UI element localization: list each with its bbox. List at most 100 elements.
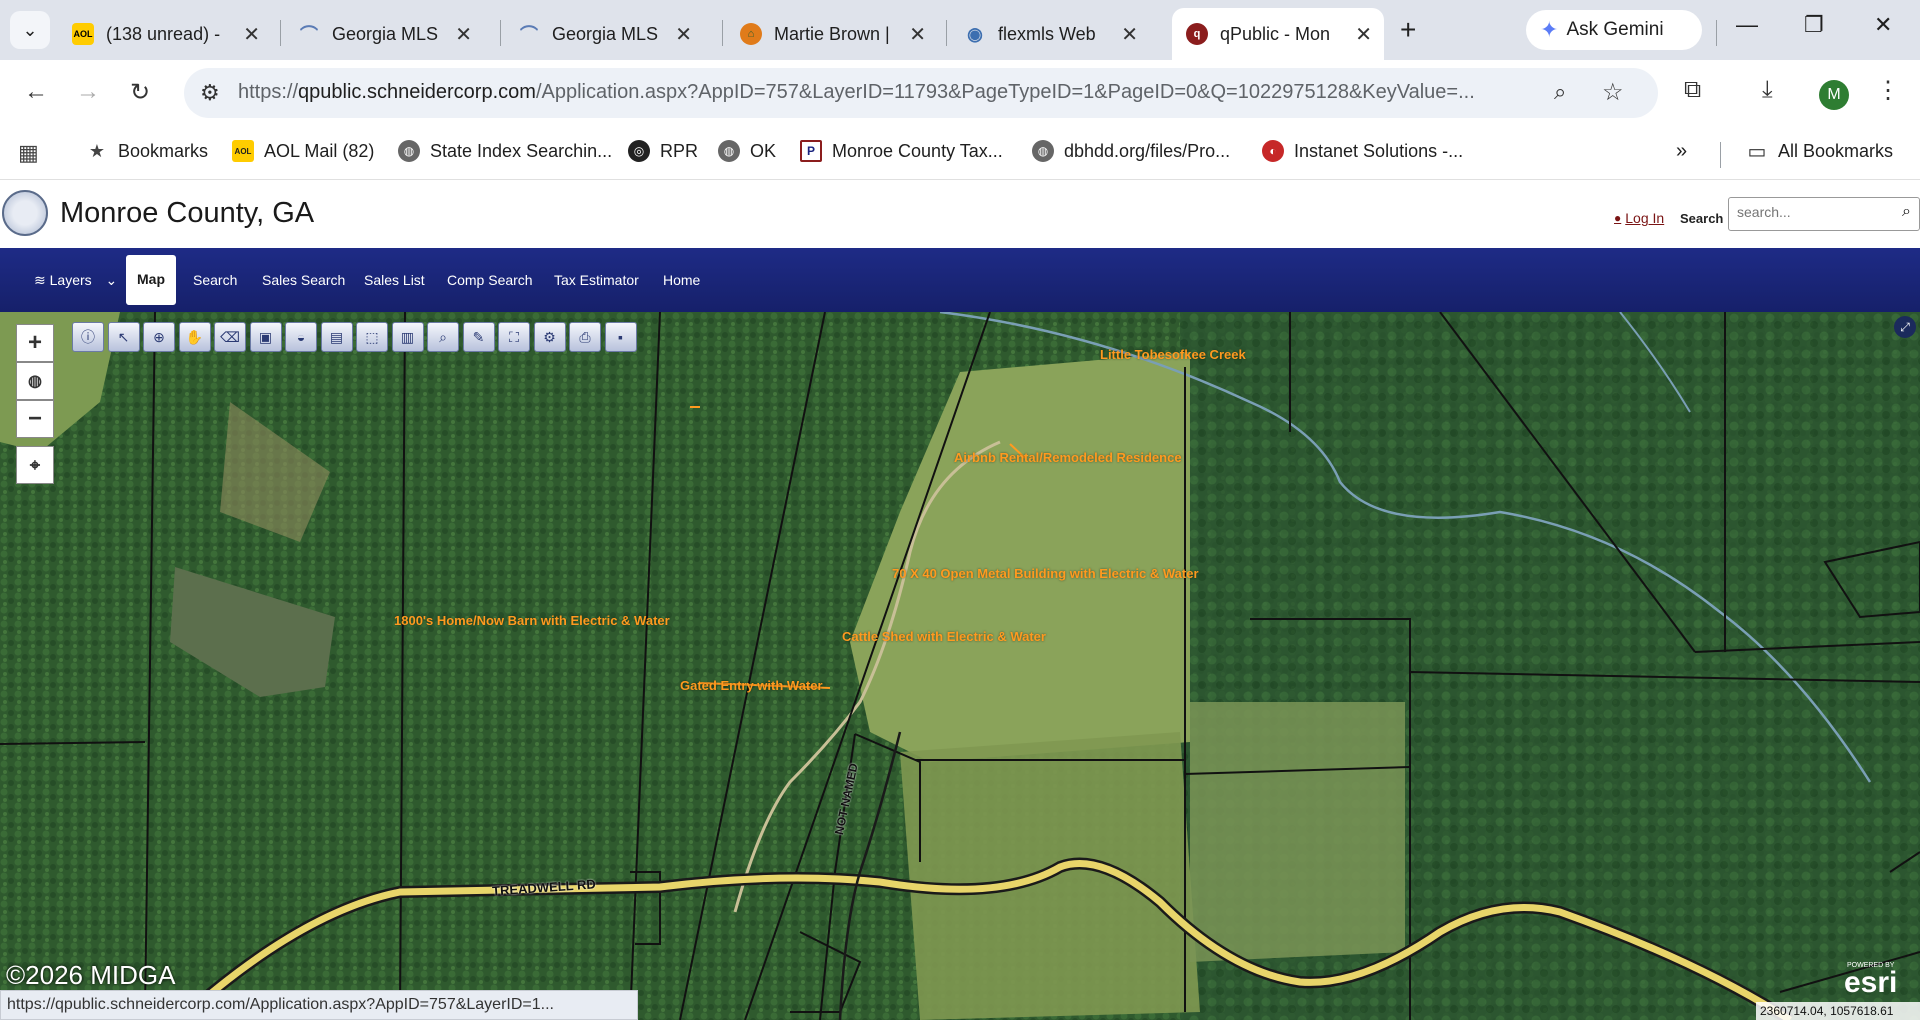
zoom-out-button[interactable]: − [16, 400, 54, 438]
bookmark-dbhdd[interactable]: ◍ dbhdd.org/files/Pro... [1032, 140, 1230, 162]
print-icon[interactable]: ⎙ [569, 322, 601, 352]
tab-separator [946, 20, 947, 46]
zoom-box-icon[interactable]: ⊕ [143, 322, 175, 352]
browser-status-url: https://qpublic.schneidercorp.com/Applic… [0, 990, 638, 1020]
nav-map[interactable]: Map [126, 255, 176, 305]
bookmark-separator [1720, 142, 1721, 168]
nav-sales-list[interactable]: Sales List [364, 272, 425, 288]
map-label-cattle-shed: Cattle Shed with Electric & Water [842, 629, 1046, 644]
browser-tab-georgia-mls-2[interactable]: ⌒ Georgia MLS ✕ [504, 8, 704, 60]
rpr-icon: ◎ [628, 140, 650, 162]
bookmark-star-icon[interactable]: ☆ [1602, 78, 1624, 107]
bookmark-rpr[interactable]: ◎ RPR [628, 140, 698, 162]
parcel-map[interactable]: Little Tobesofkee Creek Airbnb Rental/Re… [0, 312, 1920, 1020]
browser-tab-georgia-mls-1[interactable]: ⌒ Georgia MLS ✕ [284, 8, 484, 60]
window-close-icon[interactable]: ✕ [1874, 12, 1892, 38]
new-tab-plus-icon[interactable]: + [1400, 14, 1416, 46]
map-label-gated-entry: Gated Entry with Water [680, 678, 823, 693]
apps-grid-icon[interactable]: ▦ [18, 140, 39, 166]
globe-full-extent-icon[interactable]: ◍ [16, 362, 54, 400]
map-label-metal-building: 70 X 40 Open Metal Building with Electri… [892, 566, 1199, 581]
select-pointer-icon[interactable]: ↖ [107, 322, 140, 352]
buffer-icon[interactable]: ⬚ [356, 322, 388, 352]
find-magnifier-icon[interactable]: ⌕ [427, 322, 459, 352]
chevron-down-icon: ⌄ [105, 272, 118, 288]
extensions-puzzle-icon[interactable]: ⧉ [1684, 76, 1701, 104]
bookmark-aol-mail[interactable]: AOL AOL Mail (82) [232, 140, 374, 162]
zoom-magnifier-icon[interactable]: ⌕ [1554, 79, 1566, 105]
close-icon[interactable]: ✕ [1121, 22, 1138, 47]
bookmarks-bar: ▦ ★ Bookmarks AOL AOL Mail (82) ◍ State … [0, 128, 1920, 180]
minimize-icon[interactable]: — [1736, 12, 1758, 38]
forward-arrow-icon[interactable]: → [76, 78, 100, 106]
expand-map-icon[interactable]: ⤢ [1894, 316, 1916, 338]
download-icon[interactable]: ⤓ [1762, 76, 1773, 104]
nav-sales-search[interactable]: Sales Search [262, 272, 345, 288]
browser-tab-flexmls[interactable]: ◉ flexmls Web ✕ [950, 8, 1150, 60]
kebab-menu-icon[interactable]: ⋮ [1876, 76, 1900, 105]
layers-icon[interactable]: ◒ [285, 322, 317, 352]
close-icon[interactable]: ✕ [909, 22, 926, 47]
nav-tax-estimator[interactable]: Tax Estimator [554, 272, 639, 288]
site-info-tune-icon[interactable]: ⚙ [200, 80, 220, 106]
login-link[interactable]: ● Log In [1614, 210, 1664, 226]
address-bar[interactable]: ⚙ https://qpublic.schneidercorp.com/Appl… [184, 68, 1658, 118]
close-icon[interactable]: ✕ [675, 22, 692, 47]
ask-gemini-button[interactable]: ✦ Ask Gemini [1526, 10, 1702, 50]
search-icon[interactable]: ⌕ [1902, 203, 1911, 221]
bookmark-ok[interactable]: ◍ OK [718, 140, 776, 162]
globe-icon: ◍ [1032, 140, 1054, 162]
tab-separator [500, 20, 501, 46]
more-bookmarks-chevron-icon[interactable]: » [1676, 140, 1687, 163]
browser-tab-aol[interactable]: AOL (138 unread) - ✕ [58, 8, 272, 60]
site-search-box[interactable]: ⌕ [1728, 197, 1920, 231]
address-url-text[interactable]: https://qpublic.schneidercorp.com/Applic… [238, 81, 1538, 104]
instanet-icon: ◐ [1262, 140, 1284, 162]
map-label-creek: Little Tobesofkee Creek [1100, 347, 1246, 362]
browser-tab-martie-brown[interactable]: ⌂ Martie Brown | ✕ [726, 8, 938, 60]
nav-comp-search[interactable]: Comp Search [447, 272, 533, 288]
back-arrow-icon[interactable]: ← [24, 78, 48, 106]
tab-separator [722, 20, 723, 46]
photo-icon[interactable]: ▤ [320, 322, 353, 352]
browser-tab-qpublic[interactable]: q qPublic - Mon ✕ [1172, 8, 1384, 60]
tab-search-icon[interactable]: ⌄ [10, 11, 50, 49]
nav-layers-dropdown[interactable]: ≋ Layers ⌄ [34, 272, 117, 289]
site-header: Monroe County, GA ● Log In Search ⌕ [0, 180, 1920, 248]
eraser-icon[interactable]: ⌫ [214, 322, 246, 352]
bookmark-instanet[interactable]: ◐ Instanet Solutions -... [1262, 140, 1463, 162]
draw-pencil-icon[interactable]: ✎ [462, 322, 495, 352]
full-extent-icon[interactable]: ⛶ [498, 322, 530, 352]
all-bookmarks-button[interactable]: ▭ All Bookmarks [1746, 140, 1893, 163]
bookmark-monroe-tax[interactable]: P Monroe County Tax... [800, 140, 1003, 162]
close-icon[interactable]: ✕ [455, 22, 472, 47]
site-search-input[interactable] [1737, 204, 1887, 220]
nav-home[interactable]: Home [663, 272, 700, 288]
bookmark-state-index[interactable]: ◍ State Index Searchin... [398, 140, 612, 162]
georgia-mls-icon: ⌒ [300, 25, 318, 45]
page-title: Monroe County, GA [60, 197, 315, 229]
browser-tab-strip: ⌄ AOL (138 unread) - ✕ ⌒ Georgia MLS ✕ ⌒… [0, 0, 1920, 60]
site-nav-bar: ≋ Layers ⌄ Map Search Sales Search Sales… [0, 248, 1920, 312]
aol-icon: AOL [72, 23, 94, 45]
user-icon: ● [1614, 211, 1622, 225]
identify-info-icon[interactable]: ⓘ [72, 322, 104, 352]
nav-search[interactable]: Search [193, 272, 237, 288]
close-icon[interactable]: ✕ [1355, 22, 1372, 47]
close-icon[interactable]: ✕ [243, 22, 260, 47]
locate-crosshair-icon[interactable]: ⌖ [16, 446, 54, 484]
settings-gear-icon[interactable]: ⚙ [533, 322, 566, 352]
measure-icon[interactable]: ▥ [391, 322, 424, 352]
gemini-sparkle-icon: ✦ [1540, 17, 1559, 42]
bookmark-bookmarks[interactable]: ★ Bookmarks [86, 140, 208, 162]
aol-icon: AOL [232, 140, 254, 162]
select-parcels-icon[interactable]: ▣ [249, 322, 282, 352]
zoom-in-button[interactable]: + [16, 324, 54, 362]
reload-icon[interactable]: ↻ [130, 78, 150, 107]
restore-icon[interactable]: ❐ [1804, 12, 1824, 38]
pan-hand-icon[interactable]: ✋ [178, 322, 211, 352]
aerial-imagery [0, 312, 1920, 1020]
save-disk-icon[interactable]: ▪ [604, 322, 637, 352]
georgia-mls-icon: ⌒ [520, 25, 538, 45]
profile-avatar[interactable]: M [1819, 80, 1849, 110]
